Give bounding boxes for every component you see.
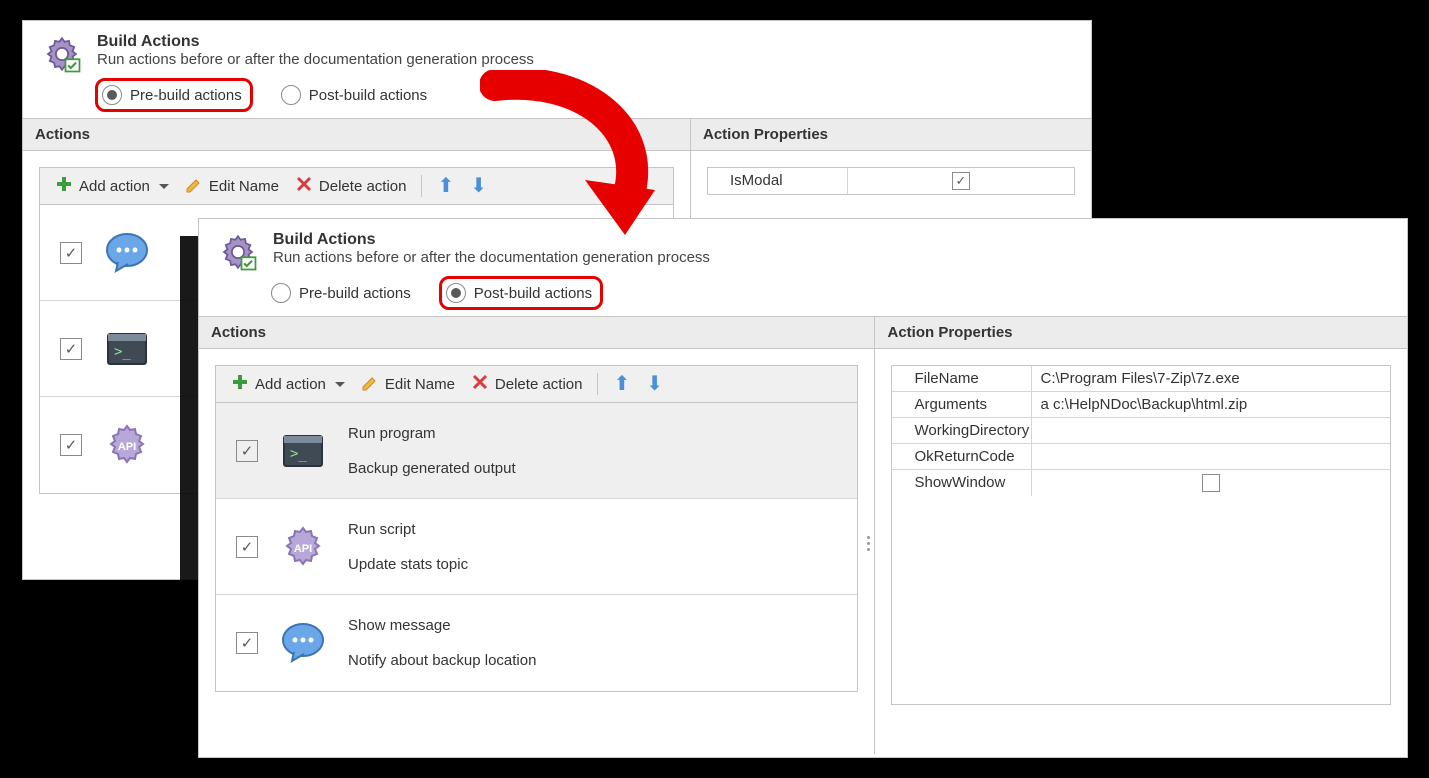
- move-up-button[interactable]: ⬆: [432, 174, 459, 198]
- radio-postbuild[interactable]: Post-build actions: [446, 283, 592, 303]
- delete-action-label: Delete action: [319, 178, 407, 195]
- property-value[interactable]: [1032, 444, 1390, 469]
- action-subtitle: Backup generated output: [348, 460, 516, 477]
- delete-icon: [295, 175, 313, 197]
- delete-action-button[interactable]: Delete action: [466, 371, 588, 397]
- arrow-down-icon: ⬇: [646, 374, 663, 394]
- property-value[interactable]: C:\Program Files\7-Zip\7z.exe: [1032, 366, 1390, 391]
- terminal-icon: >_: [280, 428, 326, 474]
- add-action-button[interactable]: Add action: [50, 173, 174, 199]
- add-action-label: Add action: [79, 178, 150, 195]
- dropdown-icon: [159, 184, 169, 189]
- svg-text:API: API: [294, 543, 312, 555]
- header-desc: Run actions before or after the document…: [273, 249, 710, 266]
- message-icon: [280, 620, 326, 666]
- api-gear-icon: API: [280, 524, 326, 570]
- edit-name-label: Edit Name: [209, 178, 279, 195]
- gear-check-icon: [41, 33, 83, 75]
- row-checkbox[interactable]: ✓: [236, 440, 258, 462]
- row-checkbox[interactable]: ✓: [236, 632, 258, 654]
- svg-text:>_: >_: [290, 446, 307, 462]
- property-row[interactable]: WorkingDirectory: [892, 418, 1390, 444]
- add-action-button[interactable]: Add action: [226, 371, 350, 397]
- arrow-up-icon: ⬆: [437, 176, 454, 196]
- property-grid: FileName C:\Program Files\7-Zip\7z.exe A…: [891, 365, 1391, 705]
- row-checkbox[interactable]: ✓: [60, 434, 82, 456]
- terminal-icon: >_: [104, 326, 150, 372]
- add-action-label: Add action: [255, 376, 326, 393]
- section-actions-header: Actions: [199, 317, 874, 349]
- delete-action-button[interactable]: Delete action: [290, 173, 412, 199]
- section-props-header: Action Properties: [875, 317, 1407, 349]
- row-checkbox[interactable]: ✓: [60, 338, 82, 360]
- arrow-up-icon: ⬆: [613, 374, 630, 394]
- delete-action-label: Delete action: [495, 376, 583, 393]
- section-props-header: Action Properties: [691, 119, 1091, 151]
- radio-postbuild[interactable]: Post-build actions: [281, 85, 427, 105]
- list-item[interactable]: ✓ >_ Run program Backup generated output: [216, 403, 857, 499]
- header-title: Build Actions: [273, 231, 710, 249]
- row-checkbox[interactable]: ✓: [60, 242, 82, 264]
- api-gear-icon: API: [104, 422, 150, 468]
- radio-postbuild-label: Post-build actions: [309, 87, 427, 104]
- move-up-button[interactable]: ⬆: [608, 372, 635, 396]
- pencil-icon: [361, 373, 379, 395]
- property-key: IsModal: [708, 168, 848, 194]
- property-row[interactable]: Arguments a c:\HelpNDoc\Backup\html.zip: [892, 392, 1390, 418]
- actions-toolbar: Add action Edit Name Delete action ⬆ ⬇: [215, 365, 858, 403]
- radio-prebuild[interactable]: Pre-build actions: [271, 283, 411, 303]
- edit-name-button[interactable]: Edit Name: [180, 173, 284, 199]
- message-icon: [104, 230, 150, 276]
- property-row[interactable]: IsModal ✓: [708, 168, 1074, 194]
- property-row[interactable]: ShowWindow: [892, 470, 1390, 496]
- property-key: ShowWindow: [892, 470, 1032, 496]
- highlight-post: Post-build actions: [439, 276, 603, 310]
- plus-icon: [55, 175, 73, 197]
- property-value[interactable]: a c:\HelpNDoc\Backup\html.zip: [1032, 392, 1390, 417]
- action-title: Run script: [348, 521, 468, 538]
- property-checkbox[interactable]: ✓: [952, 172, 970, 190]
- highlight-pre: Pre-build actions: [95, 78, 253, 112]
- property-key: OkReturnCode: [892, 444, 1032, 469]
- radio-postbuild-label: Post-build actions: [474, 285, 592, 302]
- delete-icon: [471, 373, 489, 395]
- row-checkbox[interactable]: ✓: [236, 536, 258, 558]
- actions-list: ✓ >_ Run program Backup generated output…: [215, 403, 858, 692]
- edit-name-button[interactable]: Edit Name: [356, 371, 460, 397]
- property-key: FileName: [892, 366, 1032, 391]
- property-row[interactable]: FileName C:\Program Files\7-Zip\7z.exe: [892, 366, 1390, 392]
- actions-toolbar: Add action Edit Name Delete action ⬆ ⬇: [39, 167, 674, 205]
- header-title: Build Actions: [97, 33, 534, 51]
- radio-prebuild[interactable]: Pre-build actions: [102, 85, 242, 105]
- radio-prebuild-label: Pre-build actions: [130, 87, 242, 104]
- property-row[interactable]: OkReturnCode: [892, 444, 1390, 470]
- action-subtitle: Notify about backup location: [348, 652, 536, 669]
- property-value[interactable]: [1032, 418, 1390, 443]
- edit-name-label: Edit Name: [385, 376, 455, 393]
- splitter-handle[interactable]: [867, 536, 870, 551]
- pencil-icon: [185, 175, 203, 197]
- action-subtitle: Update stats topic: [348, 556, 468, 573]
- property-checkbox[interactable]: [1202, 474, 1220, 492]
- property-key: WorkingDirectory: [892, 418, 1032, 443]
- dropdown-icon: [335, 382, 345, 387]
- svg-text:>_: >_: [114, 344, 131, 360]
- move-down-button[interactable]: ⬇: [465, 174, 492, 198]
- svg-text:API: API: [118, 441, 136, 453]
- action-title: Run program: [348, 425, 516, 442]
- header-desc: Run actions before or after the document…: [97, 51, 534, 68]
- section-actions-header: Actions: [23, 119, 690, 151]
- list-item[interactable]: ✓ Show message Notify about backup locat…: [216, 595, 857, 691]
- plus-icon: [231, 373, 249, 395]
- panel-postbuild: Build Actions Run actions before or afte…: [198, 218, 1408, 758]
- move-down-button[interactable]: ⬇: [641, 372, 668, 396]
- radio-prebuild-label: Pre-build actions: [299, 285, 411, 302]
- property-grid: IsModal ✓: [707, 167, 1075, 195]
- arrow-down-icon: ⬇: [470, 176, 487, 196]
- property-key: Arguments: [892, 392, 1032, 417]
- gear-check-icon: [217, 231, 259, 273]
- list-item[interactable]: ✓ API Run script Update stats topic: [216, 499, 857, 595]
- action-title: Show message: [348, 617, 536, 634]
